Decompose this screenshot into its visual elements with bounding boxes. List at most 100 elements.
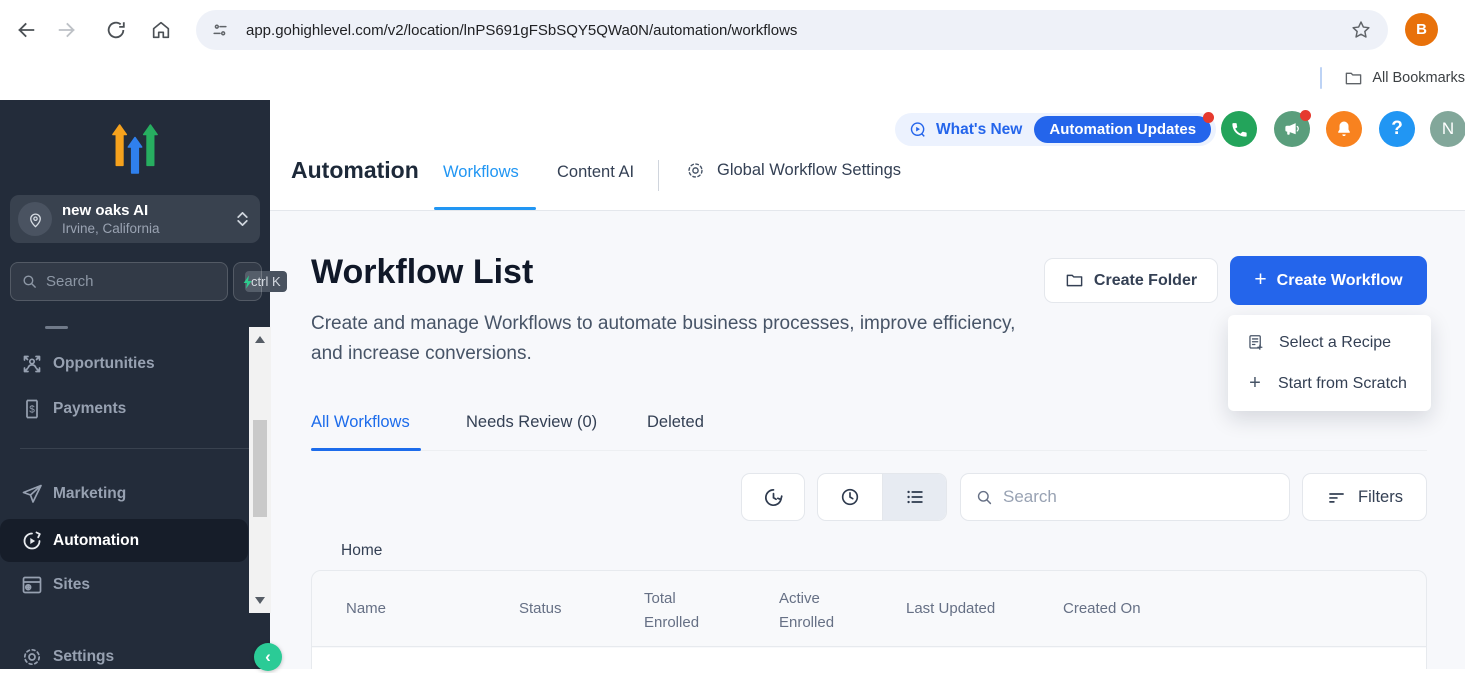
sidebar-item-label: Sites	[53, 576, 90, 594]
plus-icon: +	[1246, 372, 1264, 395]
menu-item-label: Start from Scratch	[1278, 375, 1407, 393]
global-workflow-settings[interactable]: Global Workflow Settings	[685, 160, 901, 181]
location-city: Irvine, California	[62, 220, 160, 237]
sidebar-item-opportunities[interactable]: Opportunities	[0, 348, 248, 380]
workflow-search[interactable]	[960, 473, 1290, 521]
url-input[interactable]	[242, 22, 1350, 39]
automation-updates-badge[interactable]: Automation Updates	[1034, 116, 1211, 143]
whats-new-icon	[908, 120, 928, 140]
sidebar-item-payments[interactable]: $ Payments	[0, 393, 248, 425]
home-icon[interactable]	[150, 19, 172, 41]
sidebar-scrollbar[interactable]	[249, 327, 271, 613]
whats-new-label: What's New	[936, 121, 1022, 139]
column-header-status[interactable]: Status	[519, 600, 562, 617]
table-body	[312, 648, 1426, 669]
page-description: Create and manage Workflows to automate …	[311, 309, 1016, 369]
sidebar-item-marketing[interactable]: Marketing	[0, 478, 248, 510]
help-button[interactable]: ?	[1379, 111, 1415, 147]
create-workflow-label: Create Workflow	[1277, 272, 1403, 290]
refresh-icon[interactable]	[105, 19, 127, 41]
create-folder-label: Create Folder	[1094, 272, 1197, 290]
sidebar-item-settings[interactable]: Settings	[0, 641, 248, 673]
enrollment-history-button[interactable]	[741, 473, 805, 521]
search-icon	[975, 488, 994, 507]
column-header-total-enrolled[interactable]: Total Enrolled	[644, 587, 714, 635]
folder-icon	[1344, 69, 1363, 88]
menu-item-select-recipe[interactable]: Select a Recipe	[1228, 322, 1431, 363]
user-avatar[interactable]: N	[1430, 111, 1465, 147]
bookmark-star-icon[interactable]	[1350, 19, 1372, 41]
workflow-list-page: Workflow List Create and manage Workflow…	[270, 211, 1465, 669]
svg-text:$: $	[29, 405, 35, 416]
announcements-button[interactable]	[1274, 111, 1310, 147]
tab-workflows[interactable]: Workflows	[443, 163, 519, 182]
tab-content-ai[interactable]: Content AI	[557, 163, 634, 182]
main-area: What's New Automation Updates ? N Automa…	[270, 100, 1465, 669]
plus-icon: +	[1254, 268, 1266, 292]
sidebar-search[interactable]: ctrl K	[10, 262, 228, 301]
breadcrumb[interactable]: Home	[341, 542, 382, 560]
lightning-bolt-icon	[240, 274, 256, 290]
automation-icon	[20, 529, 44, 553]
quick-actions-button[interactable]	[233, 262, 262, 301]
sidebar-item-label: Settings	[53, 648, 114, 666]
notification-dot	[1300, 110, 1311, 121]
sidebar-item-label: Marketing	[53, 485, 126, 503]
create-folder-button[interactable]: Create Folder	[1044, 258, 1218, 303]
filters-button[interactable]: Filters	[1302, 473, 1427, 521]
workflow-table: Name Status Total Enrolled Active Enroll…	[311, 570, 1427, 669]
list-view-toggle[interactable]	[882, 474, 946, 520]
clipped-menu-item-icon	[45, 326, 68, 329]
site-info-icon[interactable]	[210, 20, 230, 40]
time-view-toggle[interactable]	[818, 474, 882, 520]
gohighlevel-logo-icon	[112, 124, 158, 174]
scroll-down-arrow-icon[interactable]	[255, 597, 265, 604]
payments-icon: $	[20, 397, 44, 421]
scrollbar-thumb[interactable]	[253, 420, 267, 517]
sidebar-item-label: Automation	[53, 532, 139, 550]
create-workflow-menu: Select a Recipe + Start from Scratch	[1228, 315, 1431, 411]
location-switcher[interactable]: new oaks AI Irvine, California	[10, 195, 260, 243]
bookmarks-bar: All Bookmarks	[1320, 60, 1465, 96]
back-icon[interactable]	[15, 19, 37, 41]
workflow-search-input[interactable]	[1003, 487, 1289, 507]
forward-icon[interactable]	[56, 19, 78, 41]
menu-item-label: Select a Recipe	[1279, 334, 1391, 352]
location-pin-icon	[18, 202, 52, 236]
browser-profile-avatar[interactable]: B	[1405, 13, 1438, 46]
column-header-last-updated[interactable]: Last Updated	[906, 600, 995, 617]
app-header: What's New Automation Updates ? N Automa…	[270, 100, 1465, 211]
page-title: Workflow List	[311, 253, 533, 292]
tab-needs-review[interactable]: Needs Review (0)	[466, 413, 597, 432]
url-bar[interactable]	[196, 10, 1388, 50]
tab-all-workflows[interactable]: All Workflows	[311, 413, 410, 432]
phone-button[interactable]	[1221, 111, 1257, 147]
sidebar-search-input[interactable]	[46, 273, 245, 290]
table-header-row: Name Status Total Enrolled Active Enroll…	[312, 571, 1426, 647]
column-header-created-on[interactable]: Created On	[1063, 600, 1141, 617]
browser-toolbar: B All Bookmarks	[0, 0, 1465, 100]
sites-icon	[20, 573, 44, 597]
column-header-name[interactable]: Name	[346, 600, 386, 617]
menu-item-start-from-scratch[interactable]: + Start from Scratch	[1228, 363, 1431, 404]
opportunities-icon	[20, 352, 44, 376]
sidebar-item-automation[interactable]: Automation	[0, 519, 248, 562]
bookmarks-separator	[1320, 67, 1322, 89]
scroll-up-arrow-icon[interactable]	[255, 336, 265, 343]
sidebar: new oaks AI Irvine, California ctrl K Op…	[0, 100, 270, 669]
settings-gear-icon	[20, 645, 44, 669]
header-divider	[658, 160, 659, 191]
sidebar-divider	[20, 448, 250, 449]
filters-label: Filters	[1358, 488, 1403, 507]
sidebar-item-sites[interactable]: Sites	[0, 569, 248, 601]
whats-new-pill[interactable]: What's New Automation Updates	[895, 113, 1216, 146]
notifications-bell-button[interactable]	[1326, 111, 1362, 147]
all-bookmarks-label[interactable]: All Bookmarks	[1372, 70, 1465, 86]
marketing-icon	[20, 482, 44, 506]
location-name: new oaks AI	[62, 202, 160, 220]
sidebar-collapse-button[interactable]: ‹	[254, 643, 282, 671]
active-tab-underline	[434, 207, 536, 210]
tab-deleted[interactable]: Deleted	[647, 413, 704, 432]
create-workflow-button[interactable]: + Create Workflow	[1230, 256, 1427, 305]
column-header-active-enrolled[interactable]: Active Enrolled	[779, 587, 849, 635]
